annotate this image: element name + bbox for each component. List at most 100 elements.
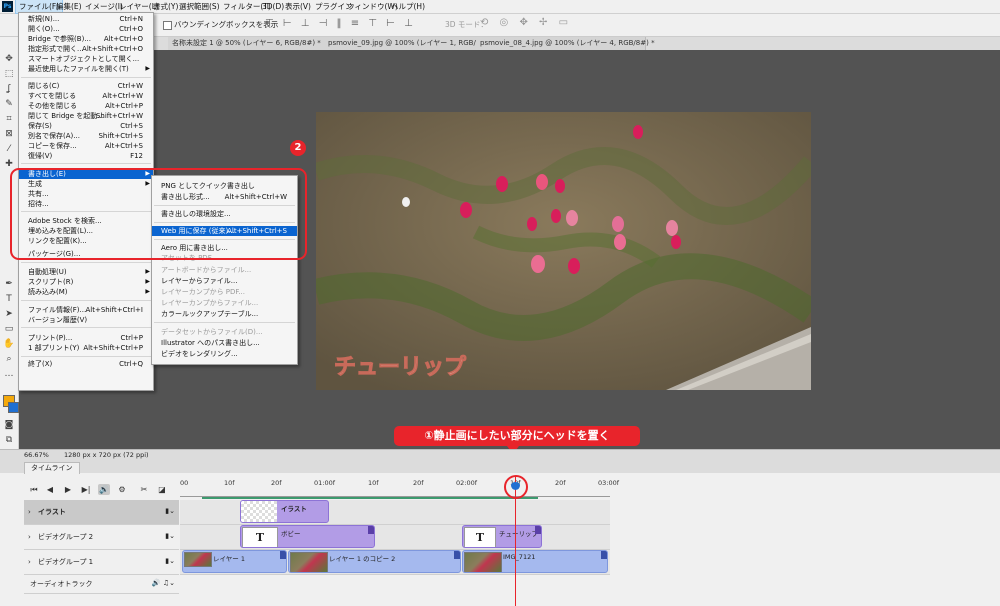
audio-icon[interactable]: 🔊 (98, 484, 110, 495)
path-select-icon[interactable]: ➤ (3, 308, 15, 320)
hand-icon[interactable]: ✋ (3, 338, 15, 350)
playhead[interactable] (503, 475, 528, 606)
export-color-lookup[interactable]: カラールックアップテーブル... (152, 309, 297, 319)
track-options-icon[interactable]: ▮⌄ (165, 557, 175, 565)
clip-layer1-copy2[interactable]: レイヤー 1 のコピー 2 (288, 550, 461, 573)
next-frame-icon[interactable]: ▶| (80, 484, 92, 495)
bbox-label: バウンディングボックスを表示 (174, 20, 279, 29)
timeline-tab[interactable]: タイムライン (24, 462, 80, 474)
clip-img7121[interactable]: IMG_7121 (462, 550, 608, 573)
tab-doc-3[interactable]: psmovie_08_4.jpg @ 100% (レイヤー 4, RGB/8#)… (476, 37, 655, 50)
align-icons[interactable]: ⊤ ⊢ ⊥ ⊣ ‖ ≡ ⊤ ⊢ ⊥ (265, 18, 416, 29)
menu-item-file-info[interactable]: ファイル情報(F)... Alt+Shift+Ctrl+I (19, 305, 153, 315)
ruler-label: 10f (224, 479, 235, 487)
move-icon[interactable]: ✥ (3, 53, 15, 65)
checker-thumbnail (241, 501, 277, 522)
clip-layer1[interactable]: レイヤー 1 (182, 550, 287, 573)
menu-item-exit[interactable]: 終了(X) Ctrl+Q (19, 359, 153, 369)
clip-end-handle[interactable] (368, 526, 374, 534)
export-layers-files[interactable]: レイヤーからファイル... (152, 276, 297, 286)
split-icon[interactable]: ✂ (138, 484, 150, 495)
marquee-icon[interactable]: ⬚ (3, 68, 15, 80)
transition-icon[interactable]: ◪ (156, 484, 168, 495)
clip-illust[interactable]: イラスト (240, 500, 329, 523)
menu-item-new[interactable]: 新規(N)... Ctrl+N (19, 14, 153, 24)
menu-item-close-others[interactable]: その他を閉じる Alt+Ctrl+P (19, 101, 153, 111)
settings-icon[interactable]: ⚙ (116, 484, 128, 495)
quick-select-icon[interactable]: ✎ (3, 98, 15, 110)
quick-mask-icon[interactable]: ◙ (3, 419, 15, 431)
audio-options-icon[interactable]: 🔊 ♫⌄ (152, 579, 175, 587)
menu-item-bridge[interactable]: Bridge で参照(B)... Alt+Ctrl+O (19, 34, 153, 44)
export-datasets[interactable]: データセットからファイル(D)... (152, 327, 297, 337)
menu-item-open[interactable]: 開く(O)... Ctrl+O (19, 24, 153, 34)
shape-icon[interactable]: ▭ (3, 323, 15, 335)
crop-icon[interactable]: ⌗ (3, 113, 15, 125)
menu-view[interactable]: 表示(V) (282, 0, 314, 13)
export-paths-illustrator[interactable]: Illustrator へのパス書き出し... (152, 338, 297, 348)
menu-item-open-as[interactable]: 指定形式で開く... Alt+Shift+Ctrl+O (19, 44, 153, 54)
export-comps-pdf[interactable]: レイヤーカンプから PDF... (152, 287, 297, 297)
track-video-group-1[interactable]: › ビデオグループ 1 ▮⌄ (24, 550, 179, 575)
clip-end-handle[interactable] (454, 551, 460, 559)
menu-item-print[interactable]: プリント(P)... Ctrl+P (19, 333, 153, 343)
screen-mode-icon[interactable]: ⧉ (3, 434, 15, 446)
menu-item-open-smart[interactable]: スマートオブジェクトとして開く... (19, 54, 153, 64)
menu-item-close-all[interactable]: すべてを閉じる Alt+Ctrl+W (19, 91, 153, 101)
menu-item-automate[interactable]: 自動処理(U) ▶ (19, 267, 153, 277)
zoom-icon[interactable]: ⌕ (3, 353, 15, 365)
ruler-label: 03:00f (598, 479, 620, 487)
track-options-icon[interactable]: ▮⌄ (165, 507, 175, 515)
pen-icon[interactable]: ✒ (3, 278, 15, 290)
export-artboards-files[interactable]: アートボードからファイル... (152, 265, 297, 275)
track-audio[interactable]: オーディオトラック 🔊 ♫⌄ (24, 575, 179, 594)
menu-item-save-copy[interactable]: コピーを保存... Alt+Ctrl+S (19, 141, 153, 151)
menu-item-import[interactable]: 読み込み(M) ▶ (19, 287, 153, 297)
menu-item-print-one[interactable]: 1 部プリント(Y) Alt+Shift+Ctrl+P (19, 343, 153, 353)
export-render-video[interactable]: ビデオをレンダリング... (152, 349, 297, 359)
expand-chevron-icon[interactable]: › (28, 525, 31, 549)
type-icon[interactable]: T (3, 293, 15, 305)
tab-doc-1[interactable]: 名称未設定 1 @ 50% (レイヤー 6, RGB/8#) * (168, 37, 328, 50)
menu-item-save[interactable]: 保存(S) Ctrl+S (19, 121, 153, 131)
expand-chevron-icon[interactable]: › (28, 500, 31, 524)
menu-help[interactable]: ヘルプ(H) (388, 0, 428, 13)
menu-item-version-history[interactable]: バージョン履歴(V) (19, 315, 153, 325)
ruler-label: 00 (180, 479, 189, 487)
eyedropper-icon[interactable]: ⁄ (3, 143, 15, 155)
prev-frame-icon[interactable]: ◀ (44, 484, 56, 495)
clip-tulip[interactable]: T チューリップ (462, 525, 542, 548)
track-video-group-2[interactable]: › ビデオグループ 2 ▮⌄ (24, 525, 179, 550)
menu-item-scripts[interactable]: スクリプト(R) ▶ (19, 277, 153, 287)
menu-item-close-bridge[interactable]: 閉じて Bridge を起動... Shift+Ctrl+W (19, 111, 153, 121)
background-color-swatch[interactable] (8, 402, 19, 413)
document-size: 1280 px x 720 px (72 ppi) (64, 451, 149, 459)
time-ruler[interactable]: 00 10f 20f 01:00f 10f 20f 02:00f 10f 20f… (180, 476, 619, 499)
clip-end-handle[interactable] (535, 526, 541, 534)
menu-item-close[interactable]: 閉じる(C) Ctrl+W (19, 81, 153, 91)
play-icon[interactable]: ▶ (62, 484, 74, 495)
work-area-bar[interactable] (202, 497, 538, 499)
bbox-checkbox[interactable] (163, 21, 172, 30)
track-illust[interactable]: › イラスト ▮⌄ (24, 500, 179, 525)
menu-item-recent[interactable]: 最近使用したファイルを開く(T) ▶ (19, 64, 153, 74)
frame-icon[interactable]: ⊠ (3, 128, 15, 140)
more-tools-icon[interactable]: … (3, 368, 15, 380)
export-comps-files[interactable]: レイヤーカンプからファイル... (152, 298, 297, 308)
menu-item-save-as[interactable]: 別名で保存(A)... Shift+Ctrl+S (19, 131, 153, 141)
clip-end-handle[interactable] (601, 551, 607, 559)
lasso-icon[interactable]: ʆ (3, 83, 15, 95)
menu-select[interactable]: 選択範囲(S) (176, 0, 223, 13)
clip-end-handle[interactable] (280, 551, 286, 559)
3d-tools-icons[interactable]: ⟲ ◎ ✥ ✢ ▭ (480, 17, 572, 28)
healing-icon[interactable]: ✚ (3, 158, 15, 170)
tab-doc-2[interactable]: psmovie_09.jpg @ 100% (レイヤー 1, RGB/8#) * (324, 37, 495, 50)
expand-chevron-icon[interactable]: › (28, 550, 31, 574)
zoom-level[interactable]: 66.67% (24, 451, 49, 459)
canvas-image[interactable]: チューリップ (316, 112, 811, 390)
playhead-circle (503, 475, 528, 499)
clip-boppy[interactable]: T ボビー (240, 525, 375, 548)
go-first-frame-icon[interactable]: ⏮ (28, 484, 40, 495)
menu-item-revert[interactable]: 復帰(V) F12 (19, 151, 153, 161)
track-options-icon[interactable]: ▮⌄ (165, 532, 175, 540)
